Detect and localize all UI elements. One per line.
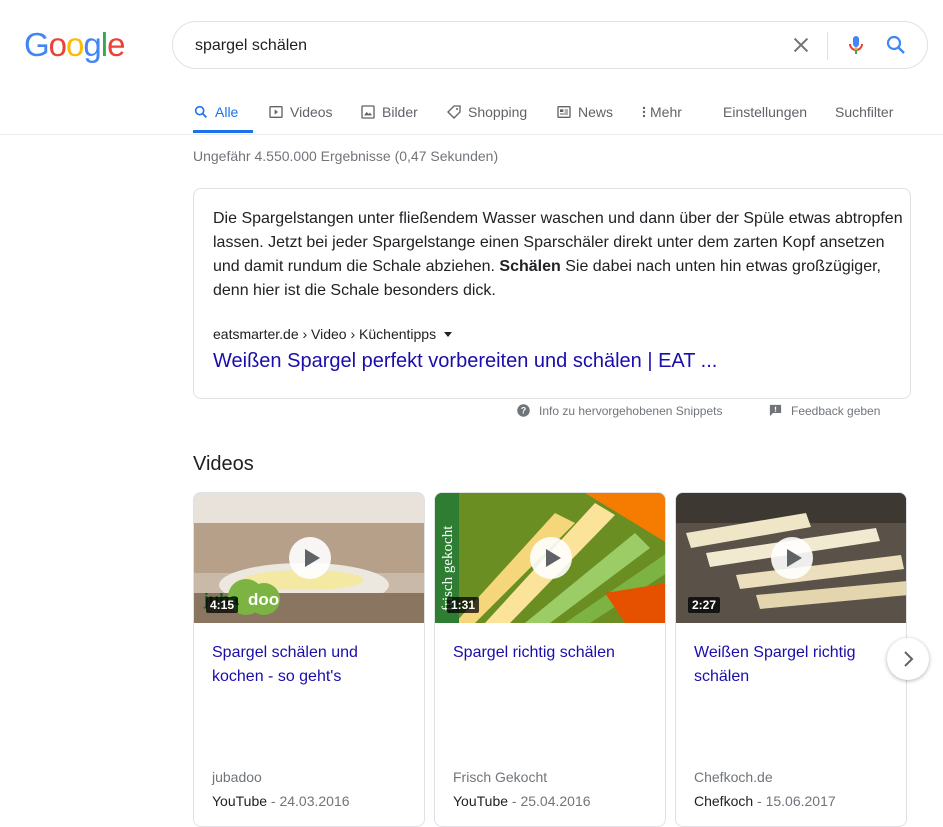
news-icon bbox=[557, 106, 571, 118]
video-title-line: Spargel schälen und bbox=[212, 644, 358, 661]
close-icon[interactable] bbox=[790, 34, 812, 56]
video-title[interactable]: Spargel schälen und kochen - so geht's bbox=[212, 641, 412, 689]
search-input[interactable] bbox=[193, 22, 777, 70]
video-title-line: Weißen Spargel richtig bbox=[694, 644, 856, 661]
video-meta: YouTube - 25.04.2016 bbox=[453, 793, 591, 809]
video-meta: YouTube - 24.03.2016 bbox=[212, 793, 350, 809]
video-date: - 24.03.2016 bbox=[267, 793, 350, 809]
feedback-icon bbox=[769, 404, 782, 417]
image-icon bbox=[361, 105, 375, 119]
video-title-line: schälen bbox=[694, 668, 750, 685]
logo-letter: o bbox=[48, 26, 67, 63]
play-icon[interactable] bbox=[771, 537, 813, 579]
caret-down-icon[interactable] bbox=[444, 331, 453, 337]
search-tabs: Alle Videos Bilder Shopping News Mehr Ei… bbox=[0, 92, 943, 135]
logo-letter: g bbox=[83, 26, 101, 63]
microphone-icon[interactable] bbox=[844, 33, 868, 57]
tab-settings[interactable]: Einstellungen bbox=[723, 92, 807, 132]
video-source: jubadoo bbox=[212, 769, 262, 785]
feedback-label: Feedback geben bbox=[791, 403, 881, 418]
snippet-text: Die Spargelstangen unter fließendem Wass… bbox=[213, 207, 903, 303]
tab-label: Shopping bbox=[468, 104, 528, 120]
video-duration: 2:27 bbox=[688, 597, 721, 613]
video-date: - 15.06.2017 bbox=[753, 793, 836, 809]
video-platform: YouTube bbox=[453, 793, 509, 809]
video-card[interactable]: 2:27 Weißen Spargel richtig schälen Chefk… bbox=[675, 492, 907, 827]
tab-search-tools[interactable]: Suchfilter bbox=[835, 92, 893, 132]
logo-letter: G bbox=[24, 26, 50, 63]
help-icon: ? bbox=[517, 404, 530, 417]
video-icon bbox=[269, 106, 283, 118]
tab-label: News bbox=[578, 104, 614, 120]
divider bbox=[827, 32, 828, 60]
video-title-line: kochen - so geht's bbox=[212, 668, 342, 685]
logo-letter: o bbox=[66, 26, 84, 63]
cite-breadcrumb: eatsmarter.de › Video › Küchentipps bbox=[213, 326, 437, 342]
play-icon[interactable] bbox=[530, 537, 572, 579]
more-vert-icon bbox=[642, 106, 646, 118]
video-meta: Chefkoch - 15.06.2017 bbox=[694, 793, 836, 809]
tab-shopping[interactable]: Shopping bbox=[446, 92, 527, 132]
tab-all[interactable]: Alle bbox=[193, 92, 253, 133]
video-date: - 25.04.2016 bbox=[508, 793, 591, 809]
svg-text:doo: doo bbox=[248, 590, 279, 609]
video-platform: Chefkoch bbox=[694, 793, 754, 809]
info-label: Info zu hervorgehobenen Snippets bbox=[539, 403, 723, 418]
logo-letter: e bbox=[107, 26, 125, 63]
video-thumbnail[interactable]: juba doo 4:15 bbox=[194, 493, 424, 623]
video-duration: 1:31 bbox=[447, 597, 480, 613]
tab-videos[interactable]: Videos bbox=[268, 92, 333, 132]
chevron-right-icon bbox=[904, 651, 914, 667]
tab-label: Bilder bbox=[382, 104, 418, 120]
snippet-text-bold: Schälen bbox=[499, 258, 561, 275]
tab-news[interactable]: News bbox=[556, 92, 613, 132]
tab-label: Videos bbox=[290, 104, 333, 120]
snippet-cite[interactable]: eatsmarter.de › Video › Küchentipps bbox=[213, 326, 453, 342]
video-card[interactable]: frisch gekocht 1:31 Spargel richtig schä… bbox=[434, 492, 666, 827]
tab-label: Mehr bbox=[650, 104, 682, 120]
video-source: Frisch Gekocht bbox=[453, 769, 548, 785]
play-icon[interactable] bbox=[289, 537, 331, 579]
svg-text:?: ? bbox=[521, 406, 526, 416]
tab-label: Alle bbox=[215, 104, 239, 120]
search-icon[interactable] bbox=[884, 33, 908, 57]
featured-snippet: Die Spargelstangen unter fließendem Wass… bbox=[193, 188, 911, 399]
video-title-line: Spargel richtig schälen bbox=[453, 644, 615, 661]
video-source: Chefkoch.de bbox=[694, 769, 773, 785]
google-logo[interactable]: Google bbox=[24, 26, 125, 64]
video-title[interactable]: Weißen Spargel richtig schälen bbox=[694, 641, 894, 689]
video-card[interactable]: juba doo 4:15 Spargel schälen und kochen … bbox=[193, 492, 425, 827]
snippet-info[interactable]: ? Info zu hervorgehobenen Snippets bbox=[516, 403, 722, 418]
tab-label: Einstellungen bbox=[723, 104, 808, 120]
tab-images[interactable]: Bilder bbox=[360, 92, 418, 132]
video-thumbnail[interactable]: 2:27 bbox=[676, 493, 906, 623]
feedback-link[interactable]: Feedback geben bbox=[768, 403, 880, 418]
video-duration: 4:15 bbox=[206, 597, 239, 613]
search-box[interactable] bbox=[172, 21, 928, 70]
tag-icon bbox=[447, 105, 461, 119]
snippet-title-link[interactable]: Weißen Spargel perfekt vorbereiten und s… bbox=[213, 350, 717, 373]
video-platform: YouTube bbox=[212, 793, 268, 809]
videos-heading: Videos bbox=[193, 453, 254, 475]
video-title[interactable]: Spargel richtig schälen bbox=[453, 641, 653, 665]
search-icon bbox=[194, 105, 207, 118]
result-stats: Ungefähr 4.550.000 Ergebnisse (0,47 Seku… bbox=[193, 148, 499, 164]
video-thumbnail[interactable]: frisch gekocht 1:31 bbox=[435, 493, 665, 623]
tab-more[interactable]: Mehr bbox=[640, 92, 682, 132]
tab-label: Suchfilter bbox=[835, 104, 894, 120]
carousel-next-button[interactable] bbox=[887, 638, 929, 680]
